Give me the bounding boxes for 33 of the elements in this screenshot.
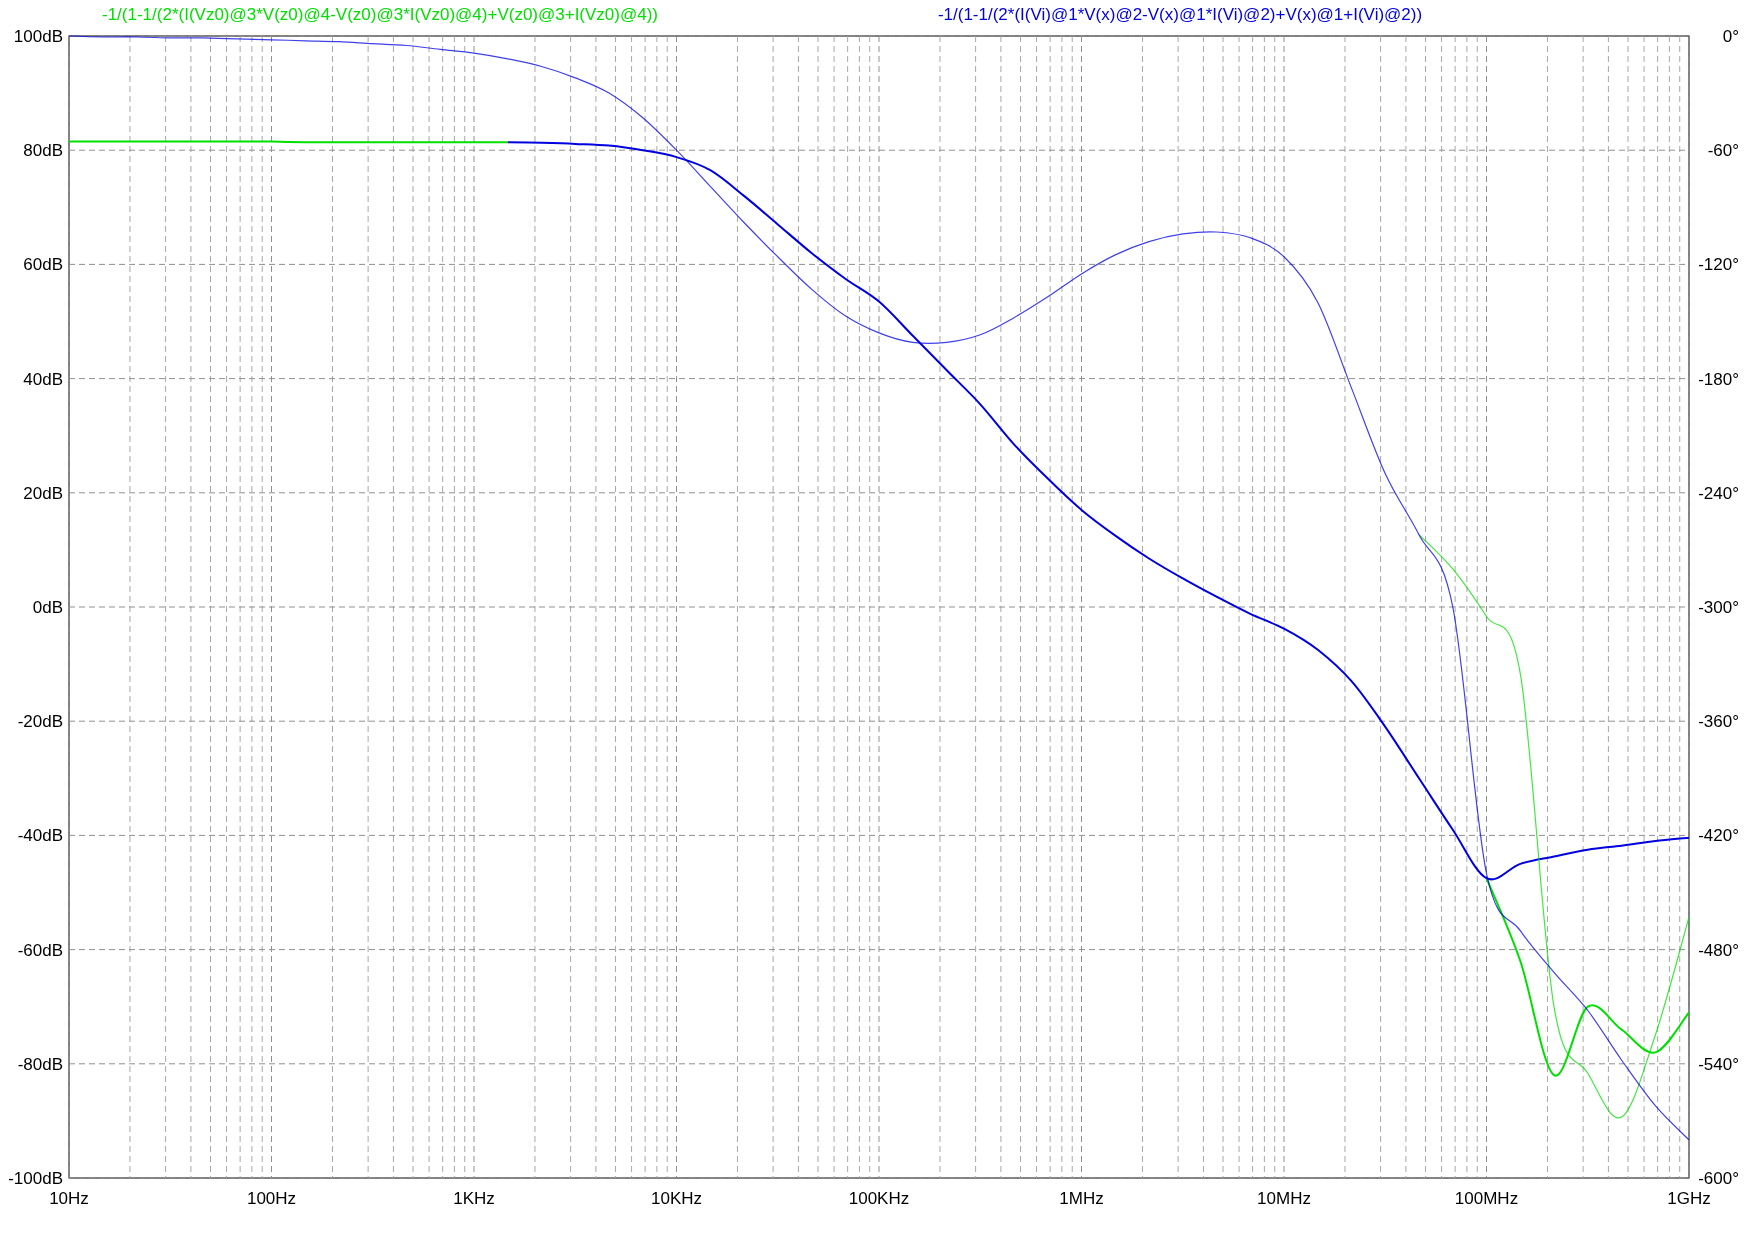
axis-label: -60dB [17,940,63,960]
axis-label: 100KHz [848,1189,910,1208]
axis-label: -540° [1698,1054,1739,1074]
axis-label: -360° [1698,712,1739,732]
axis-label: 10MHz [1257,1189,1311,1208]
axis-label: -20dB [17,712,63,732]
axis-label: 10KHz [651,1189,702,1208]
axis-label: 60dB [23,255,63,275]
axis-label: 0dB [32,598,63,617]
axis-label: 20dB [23,483,63,503]
axis-label: -100dB [8,1169,63,1188]
trace-label: -1/(1-1/(2*(I(Vi)@1*V(x)@2-V(x)@1*I(Vi)@2)+V(x)@1+I(Vi)@2)) [937,5,1423,24]
axis-label: 0° [1722,27,1739,46]
axis-label: -80dB [17,1054,63,1074]
axis-label: 1GHz [1667,1189,1711,1208]
axis-label: -60° [1707,141,1739,161]
trace-label: -1/(1-1/(2*(I(Vz0)@3*V(z0)@4-V(z0)@3*I(Vz0)@4)+V(z0)@3+I(Vz0)@4)) [101,5,659,24]
axis-label: 1KHz [453,1189,495,1208]
axis-label: -300° [1698,598,1739,617]
axis-label: -240° [1698,483,1739,503]
axis-label: 100MHz [1454,1189,1519,1208]
axis-label: -120° [1698,255,1739,275]
axis-label: 1MHz [1059,1189,1104,1208]
axis-label: -420° [1698,826,1739,846]
axis-label: -480° [1698,940,1739,960]
axis-label: 100dB [13,27,63,46]
axis-label: -180° [1698,369,1739,389]
axis-label: 40dB [23,369,63,389]
axis-label: -40dB [17,826,63,846]
axis-label: 10Hz [49,1189,89,1208]
axis-label: -600° [1698,1169,1739,1188]
axis-label: 100Hz [246,1189,297,1208]
axis-label: 80dB [23,141,63,161]
